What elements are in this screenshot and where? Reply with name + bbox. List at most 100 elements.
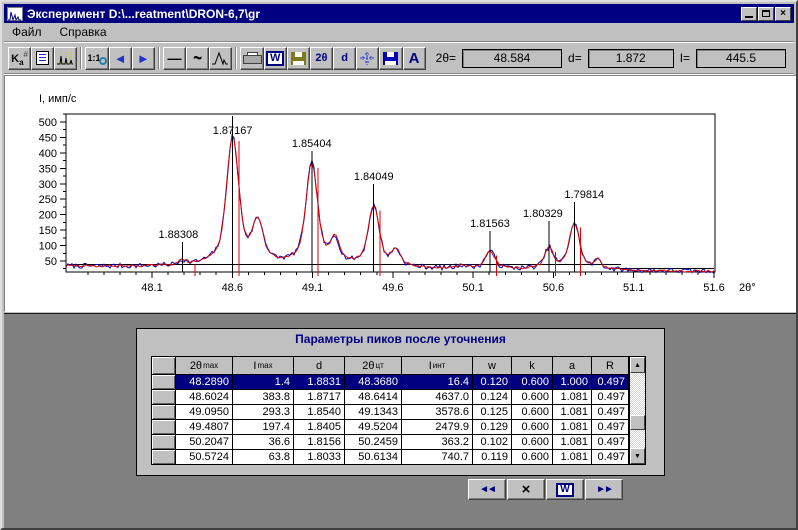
table-cell[interactable]: 0.600 bbox=[512, 375, 552, 389]
table-cell[interactable]: 49.0950 bbox=[176, 405, 232, 419]
print-button[interactable] bbox=[240, 47, 263, 70]
table-cell[interactable]: 0.600 bbox=[512, 435, 552, 449]
report-word-button[interactable]: W bbox=[546, 479, 584, 500]
table-cell[interactable]: 48.3680 bbox=[345, 375, 401, 389]
column-header[interactable]: 2θmax bbox=[176, 357, 232, 374]
table-cell[interactable]: 1.4 bbox=[233, 375, 293, 389]
baseline-button[interactable]: — bbox=[163, 47, 186, 70]
export-word-button[interactable]: W bbox=[264, 47, 287, 70]
table-cell[interactable]: 63.8 bbox=[233, 450, 293, 464]
zoom-1to1-button[interactable]: 1:1 bbox=[85, 47, 108, 70]
table-cell[interactable]: 0.600 bbox=[512, 420, 552, 434]
table-cell[interactable]: 1.081 bbox=[553, 405, 591, 419]
column-header[interactable]: 2θцт bbox=[345, 357, 401, 374]
table-cell[interactable]: 1.081 bbox=[553, 435, 591, 449]
column-header[interactable]: w bbox=[473, 357, 511, 374]
table-cell[interactable]: 4637.0 bbox=[402, 390, 472, 404]
table-cell[interactable]: 50.2047 bbox=[176, 435, 232, 449]
table-cell[interactable]: 1.081 bbox=[553, 420, 591, 434]
maximize-button[interactable] bbox=[758, 7, 774, 21]
peak-list-button[interactable] bbox=[31, 47, 54, 70]
table-cell[interactable]: 2479.9 bbox=[402, 420, 472, 434]
menu-help[interactable]: Справка bbox=[60, 25, 107, 39]
table-cell[interactable]: 48.6024 bbox=[176, 390, 232, 404]
save-results-button[interactable] bbox=[379, 47, 402, 70]
table-cell[interactable]: 50.2459 bbox=[345, 435, 401, 449]
next-region-button[interactable]: ► bbox=[132, 47, 155, 70]
last-peak-button[interactable]: ►► bbox=[585, 479, 623, 500]
close-button[interactable]: × bbox=[775, 7, 791, 21]
table-cell[interactable]: 293.3 bbox=[233, 405, 293, 419]
table-cell[interactable]: 383.8 bbox=[233, 390, 293, 404]
table-cell[interactable]: 16.4 bbox=[402, 375, 472, 389]
scrollbar-thumb[interactable] bbox=[630, 415, 645, 430]
column-header[interactable]: a bbox=[553, 357, 591, 374]
scroll-down-button[interactable]: ▼ bbox=[630, 448, 645, 464]
table-cell[interactable]: 363.2 bbox=[402, 435, 472, 449]
table-cell[interactable]: 0.497 bbox=[592, 375, 628, 389]
spectrum-button[interactable] bbox=[54, 47, 77, 70]
minimize-button[interactable] bbox=[741, 7, 757, 21]
table-cell[interactable]: 1.8033 bbox=[294, 450, 344, 464]
table-cell[interactable]: 49.5204 bbox=[345, 420, 401, 434]
column-header[interactable]: d bbox=[294, 357, 344, 374]
d-mode-button[interactable]: d bbox=[333, 47, 356, 70]
table-cell[interactable]: 0.497 bbox=[592, 450, 628, 464]
table-cell[interactable]: 0.124 bbox=[473, 390, 511, 404]
table-cell[interactable]: 50.6134 bbox=[345, 450, 401, 464]
table-cell[interactable]: 0.120 bbox=[473, 375, 511, 389]
prev-region-button[interactable]: ◄ bbox=[109, 47, 132, 70]
row-selector[interactable] bbox=[152, 450, 175, 464]
smoothing-button[interactable]: ~ bbox=[186, 47, 209, 70]
table-cell[interactable]: 197.4 bbox=[233, 420, 293, 434]
table-cell[interactable]: 0.125 bbox=[473, 405, 511, 419]
two-theta-mode-button[interactable]: 2θ bbox=[310, 47, 333, 70]
font-button[interactable]: A bbox=[403, 47, 426, 70]
column-header[interactable]: k bbox=[512, 357, 552, 374]
table-cell[interactable]: 36.6 bbox=[233, 435, 293, 449]
column-header[interactable]: Imax bbox=[233, 357, 293, 374]
table-cell[interactable]: 49.1343 bbox=[345, 405, 401, 419]
table-cell[interactable]: 48.2890 bbox=[176, 375, 232, 389]
table-cell[interactable]: 0.497 bbox=[592, 390, 628, 404]
title-bar[interactable]: Эксперимент D:\...reatment\DRON-6,7\gr × bbox=[4, 4, 794, 23]
table-scrollbar[interactable]: ▲ ▼ bbox=[629, 356, 646, 465]
table-cell[interactable]: 1.000 bbox=[553, 375, 591, 389]
scroll-up-button[interactable]: ▲ bbox=[630, 357, 645, 373]
table-cell[interactable]: 1.8831 bbox=[294, 375, 344, 389]
table-cell[interactable]: 0.102 bbox=[473, 435, 511, 449]
table-cell[interactable]: 3578.6 bbox=[402, 405, 472, 419]
diffraction-chart[interactable]: 50100150200250300350400450500I, имп/с48.… bbox=[5, 76, 797, 311]
table-cell[interactable]: 1.8717 bbox=[294, 390, 344, 404]
row-selector[interactable] bbox=[152, 405, 175, 419]
table-cell[interactable]: 0.600 bbox=[512, 405, 552, 419]
grid-button[interactable] bbox=[356, 47, 379, 70]
table-cell[interactable]: 1.081 bbox=[553, 450, 591, 464]
row-selector[interactable] bbox=[152, 390, 175, 404]
table-cell[interactable]: 1.8540 bbox=[294, 405, 344, 419]
table-cell[interactable]: 49.4807 bbox=[176, 420, 232, 434]
k-alpha-button[interactable]: Ka# bbox=[8, 47, 31, 70]
table-cell[interactable]: 0.119 bbox=[473, 450, 511, 464]
table-cell[interactable]: 0.129 bbox=[473, 420, 511, 434]
table-cell[interactable]: 1.081 bbox=[553, 390, 591, 404]
delete-peak-button[interactable]: × bbox=[507, 479, 545, 500]
menu-file[interactable]: Файл bbox=[12, 25, 42, 39]
table-cell[interactable]: 0.600 bbox=[512, 450, 552, 464]
table-cell[interactable]: 50.5724 bbox=[176, 450, 232, 464]
table-cell[interactable]: 48.6414 bbox=[345, 390, 401, 404]
table-cell[interactable]: 0.497 bbox=[592, 405, 628, 419]
table-cell[interactable]: 0.497 bbox=[592, 435, 628, 449]
table-cell[interactable]: 1.8405 bbox=[294, 420, 344, 434]
save-button[interactable] bbox=[287, 47, 310, 70]
table-cell[interactable]: 0.497 bbox=[592, 420, 628, 434]
table-cell[interactable]: 1.8156 bbox=[294, 435, 344, 449]
table-cell[interactable]: 0.600 bbox=[512, 390, 552, 404]
row-selector[interactable] bbox=[152, 420, 175, 434]
column-header[interactable]: R bbox=[592, 357, 628, 374]
table-cell[interactable]: 740.7 bbox=[402, 450, 472, 464]
column-header[interactable]: Iинт bbox=[402, 357, 472, 374]
row-selector[interactable] bbox=[152, 375, 175, 389]
first-peak-button[interactable]: ◄◄ bbox=[468, 479, 506, 500]
row-selector[interactable] bbox=[152, 435, 175, 449]
